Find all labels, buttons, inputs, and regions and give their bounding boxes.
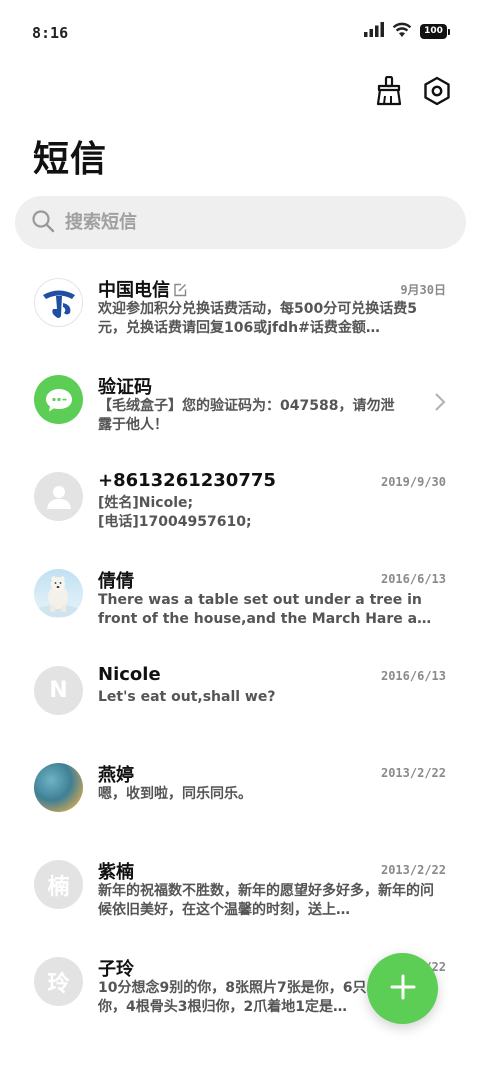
search-input[interactable] <box>65 212 425 233</box>
preview-line: [姓名]Nicole; <box>98 495 194 511</box>
conversation-name: 燕婷 <box>98 765 134 786</box>
page-title: 短信 <box>33 139 108 180</box>
preview-line: [电话]17004957610; <box>98 514 252 530</box>
status-time: 8:16 <box>32 24 69 42</box>
conversation-preview: 欢迎参加积分兑换话费活动，每500分可兑换话费5元，兑换话费请回复106或jfd… <box>98 301 417 336</box>
broom-icon <box>375 75 403 110</box>
conversation-item[interactable]: +8613261230775 2019/9/30 [姓名]Nicole; [电话… <box>0 456 480 553</box>
conversation-preview: [姓名]Nicole; [电话]17004957610; <box>98 494 443 532</box>
conversation-name-text: 中国电信 <box>98 280 170 301</box>
conversation-name: Nicole <box>98 664 161 685</box>
china-telecom-logo-icon <box>34 278 83 327</box>
conversation-name: 子玲 <box>98 959 134 980</box>
conversation-preview: 【毛绒盒子】您的验证码为：047588，请勿泄露于他人！ <box>98 398 395 433</box>
search-icon <box>31 209 55 237</box>
ocean-photo-avatar <box>34 763 83 812</box>
person-icon <box>34 472 83 521</box>
top-actions <box>372 75 454 110</box>
conversation-date: 2019/9/30 <box>380 475 446 489</box>
avatar-letter: N <box>34 666 83 715</box>
conversation-list: 中国电信 9月30日 欢迎参加积分兑换话费活动，每500分可兑换话费5元，兑换话… <box>0 262 480 1038</box>
conversation-date: 2013/2/22 <box>380 863 446 877</box>
wifi-icon <box>392 22 412 41</box>
conversation-name: 中国电信 <box>98 276 187 302</box>
conversation-item[interactable]: 楠 紫楠 2013/2/22 新年的祝福数不胜数，新年的愿望好多好多，新年的问候… <box>0 844 480 941</box>
conversation-name: 紫楠 <box>98 862 134 883</box>
polar-bear-avatar <box>34 569 83 618</box>
avatar-letter: 楠 <box>34 860 83 909</box>
conversation-preview: 嗯，收到啦，同乐同乐。 <box>98 786 252 802</box>
conversation-date: 2016/6/13 <box>380 572 446 586</box>
conversation-date: 9月30日 <box>400 283 446 297</box>
conversation-item[interactable]: 中国电信 9月30日 欢迎参加积分兑换话费活动，每500分可兑换话费5元，兑换话… <box>0 262 480 359</box>
message-bubble-icon <box>34 375 83 424</box>
avatar-letter: 玲 <box>34 957 83 1006</box>
conversation-preview: 新年的祝福数不胜数，新年的愿望好多好多，新年的问候依旧美好，在这个温馨的时刻，送… <box>98 883 434 918</box>
settings-icon <box>423 76 451 110</box>
conversation-item[interactable]: 验证码 【毛绒盒子】您的验证码为：047588，请勿泄露于他人！ <box>0 359 480 456</box>
plus-icon <box>389 973 417 1005</box>
battery-level: 100 <box>420 24 447 39</box>
conversation-date: 2013/2/22 <box>380 766 446 780</box>
conversation-date: 2016/6/13 <box>380 669 446 683</box>
conversation-item[interactable]: N Nicole 2016/6/13 Let's eat out,shall w… <box>0 650 480 747</box>
signal-icon <box>364 22 384 41</box>
clean-button[interactable] <box>372 75 406 110</box>
conversation-name: +8613261230775 <box>98 470 276 491</box>
chevron-right-icon <box>434 392 446 416</box>
conversation-preview: Let's eat out,shall we? <box>98 689 276 705</box>
conversation-item[interactable]: 燕婷 2013/2/22 嗯，收到啦，同乐同乐。 <box>0 747 480 844</box>
conversation-preview: There was a table set out under a tree i… <box>98 592 432 627</box>
settings-button[interactable] <box>420 76 454 110</box>
edit-icon <box>173 281 187 302</box>
status-icons: 100 <box>364 22 450 41</box>
new-message-button[interactable] <box>367 953 438 1024</box>
search-bar[interactable] <box>15 196 466 249</box>
conversation-name: 验证码 <box>98 377 152 398</box>
status-bar: 8:16 100 <box>0 0 480 66</box>
battery-icon: 100 <box>420 24 450 39</box>
conversation-name: 倩倩 <box>98 571 134 592</box>
conversation-item[interactable]: 倩倩 2016/6/13 There was a table set out u… <box>0 553 480 650</box>
